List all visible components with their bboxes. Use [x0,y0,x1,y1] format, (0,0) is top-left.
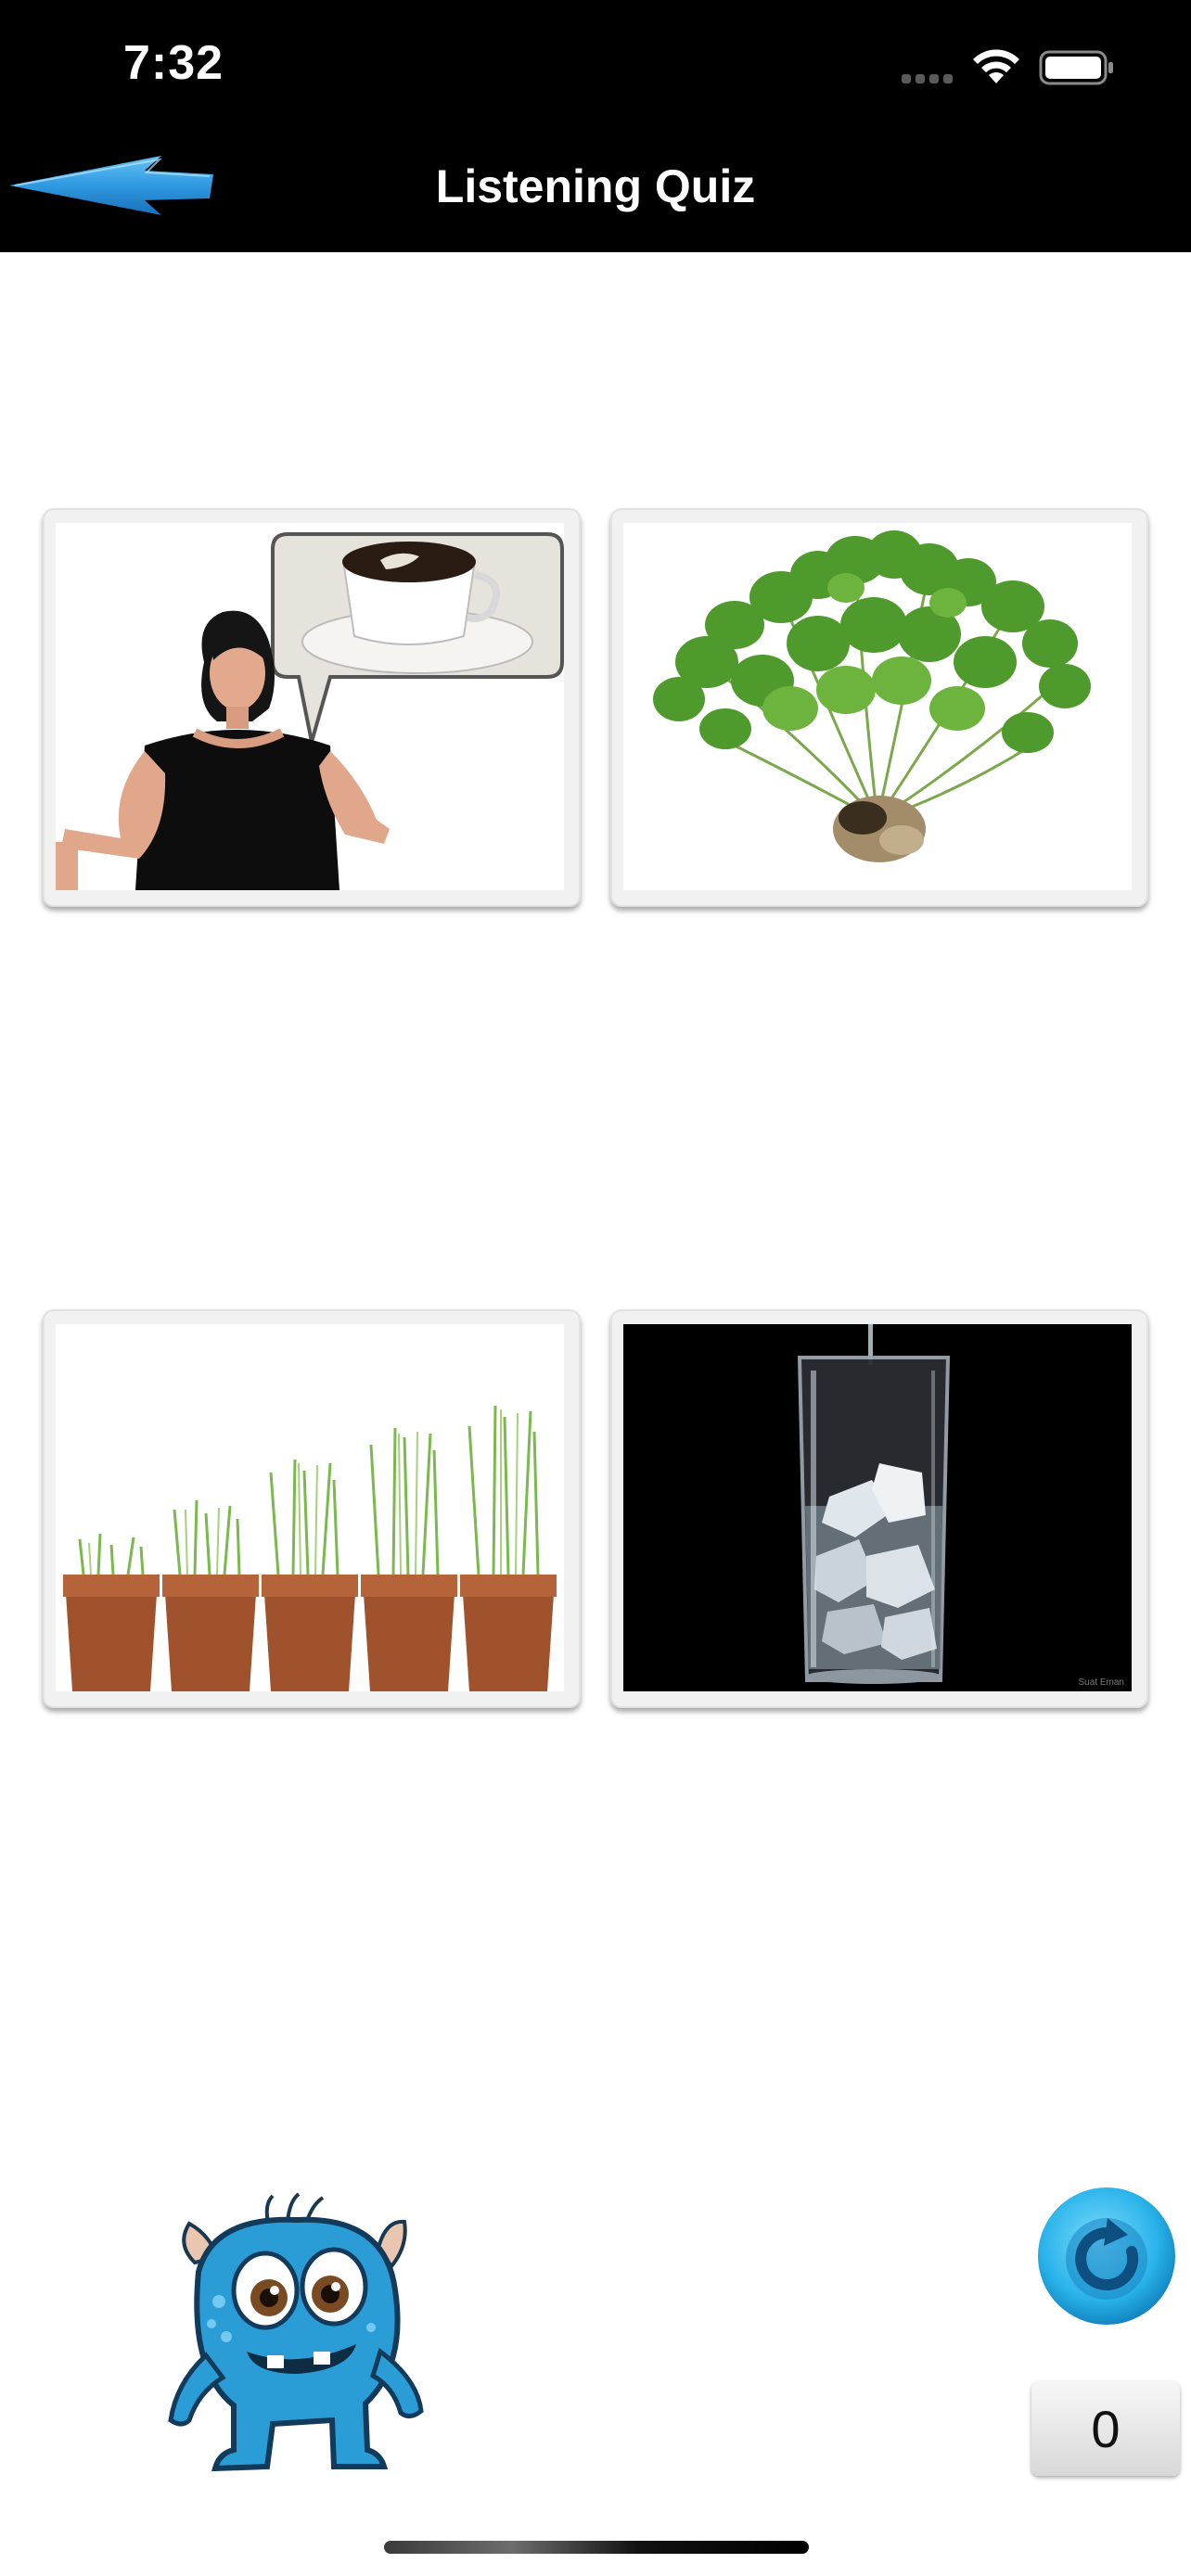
answer-card-4[interactable]: Suat Eman [610,1309,1148,1708]
battery-icon [1039,50,1113,85]
photo-watermark: Suat Eman [1078,1677,1124,1688]
answer-card-2[interactable] [610,508,1148,907]
top-bar: 7:32 Listening Quiz [0,0,1191,252]
answer-card-3[interactable] [43,1309,581,1708]
monster-mascot-icon [168,2192,424,2472]
score-counter: 0 [1031,2381,1180,2476]
answer-card-1[interactable] [43,508,581,907]
status-time: 7:32 [123,36,224,90]
replay-button[interactable] [1035,2185,1178,2327]
answer-image-grass-pots [56,1324,564,1691]
page-title: Listening Quiz [435,160,756,212]
wifi-icon [973,49,1019,83]
home-indicator[interactable] [384,2541,809,2554]
answer-image-ice-water: Suat Eman [623,1324,1132,1691]
cellular-signal-icon [902,74,953,83]
answer-image-woman-coffee [56,523,564,890]
answer-image-leafy-plant [623,523,1132,890]
